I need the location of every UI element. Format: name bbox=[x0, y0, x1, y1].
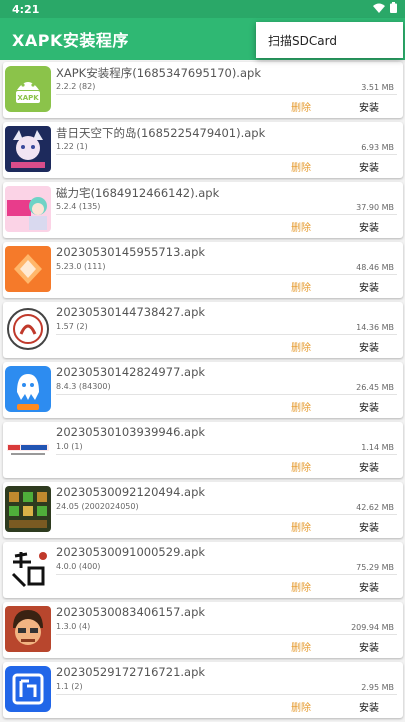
install-button[interactable]: 安装 bbox=[359, 159, 379, 174]
list-item[interactable]: 昔日天空下的岛(1685225479401).apk 1.22 (1) 6.93… bbox=[3, 122, 403, 178]
install-button[interactable]: 安装 bbox=[359, 279, 379, 294]
divider bbox=[56, 154, 397, 155]
orange-cube-icon bbox=[5, 246, 51, 292]
battery-icon bbox=[390, 2, 397, 16]
apk-name: 20230530092120494.apk bbox=[56, 485, 206, 499]
app-title: XAPK安装程序 bbox=[12, 31, 129, 50]
apk-version: 8.4.3 (84300) bbox=[56, 382, 111, 391]
apk-size: 42.62 MB bbox=[356, 503, 394, 512]
apk-size: 48.46 MB bbox=[356, 263, 394, 272]
install-button[interactable]: 安装 bbox=[359, 339, 379, 354]
apk-name: 磁力宅(1684912466142).apk bbox=[56, 186, 220, 200]
install-button[interactable]: 安装 bbox=[359, 699, 379, 714]
apk-name: 20230530103939946.apk bbox=[56, 425, 206, 439]
manhua-logo-icon bbox=[5, 426, 51, 472]
divider bbox=[56, 514, 397, 515]
install-button[interactable]: 安装 bbox=[359, 219, 379, 234]
delete-button[interactable]: 删除 bbox=[291, 219, 311, 234]
overflow-menu: 扫描SDCard bbox=[256, 22, 403, 58]
divider bbox=[56, 274, 397, 275]
apk-size: 3.51 MB bbox=[361, 83, 394, 92]
apk-version: 1.0 (1) bbox=[56, 442, 83, 451]
apk-name: 20230530142824977.apk bbox=[56, 365, 206, 379]
apk-name: 20230530091000529.apk bbox=[56, 545, 206, 559]
apk-list: XAPK XAPK安装程序(1685347695170).apk 2.2.2 (… bbox=[3, 62, 403, 722]
list-item[interactable]: XAPK XAPK安装程序(1685347695170).apk 2.2.2 (… bbox=[3, 62, 403, 118]
status-bar: 4:21 bbox=[0, 0, 405, 18]
apk-size: 37.90 MB bbox=[356, 203, 394, 212]
pixel-game-icon bbox=[5, 486, 51, 532]
list-item[interactable]: 20230530083406157.apk 1.3.0 (4) 209.94 M… bbox=[3, 602, 403, 658]
apk-size: 209.94 MB bbox=[351, 623, 394, 632]
divider bbox=[56, 394, 397, 395]
install-button[interactable]: 安装 bbox=[359, 639, 379, 654]
delete-button[interactable]: 删除 bbox=[291, 339, 311, 354]
divider bbox=[56, 214, 397, 215]
apk-version: 1.57 (2) bbox=[56, 322, 88, 331]
seal-emblem-icon bbox=[5, 306, 51, 352]
apk-size: 75.29 MB bbox=[356, 563, 394, 572]
delete-button[interactable]: 删除 bbox=[291, 279, 311, 294]
status-time: 4:21 bbox=[12, 2, 40, 16]
install-button[interactable]: 安装 bbox=[359, 519, 379, 534]
list-item[interactable]: 磁力宅(1684912466142).apk 5.2.4 (135) 37.90… bbox=[3, 182, 403, 238]
list-item[interactable]: 20230530144738427.apk 1.57 (2) 14.36 MB … bbox=[3, 302, 403, 358]
divider bbox=[56, 694, 397, 695]
menu-item-scan-sdcard[interactable]: 扫描SDCard bbox=[268, 32, 337, 49]
apk-version: 1.22 (1) bbox=[56, 142, 88, 151]
anime-girl-icon bbox=[5, 186, 51, 232]
apk-version: 4.0.0 (400) bbox=[56, 562, 101, 571]
apk-name: 20230529172716721.apk bbox=[56, 665, 206, 679]
delete-button[interactable]: 删除 bbox=[291, 459, 311, 474]
list-item[interactable]: 20230530145955713.apk 5.23.0 (111) 48.46… bbox=[3, 242, 403, 298]
delete-button[interactable]: 删除 bbox=[291, 579, 311, 594]
apk-name: 20230530145955713.apk bbox=[56, 245, 206, 259]
apk-version: 5.23.0 (111) bbox=[56, 262, 106, 271]
octopus-app-icon bbox=[5, 366, 51, 412]
install-button[interactable]: 安装 bbox=[359, 579, 379, 594]
apk-size: 26.45 MB bbox=[356, 383, 394, 392]
delete-button[interactable]: 删除 bbox=[291, 699, 311, 714]
apk-version: 2.2.2 (82) bbox=[56, 82, 96, 91]
divider bbox=[56, 334, 397, 335]
list-item[interactable]: 20230530142824977.apk 8.4.3 (84300) 26.4… bbox=[3, 362, 403, 418]
delete-button[interactable]: 删除 bbox=[291, 399, 311, 414]
divider bbox=[56, 94, 397, 95]
delete-button[interactable]: 删除 bbox=[291, 159, 311, 174]
install-button[interactable]: 安装 bbox=[359, 459, 379, 474]
list-item[interactable]: 20230530091000529.apk 4.0.0 (400) 75.29 … bbox=[3, 542, 403, 598]
apk-size: 2.95 MB bbox=[361, 683, 394, 692]
cat-girl-game-icon bbox=[5, 126, 51, 172]
calligraphy-icon bbox=[5, 546, 51, 592]
apk-name: 20230530144738427.apk bbox=[56, 305, 206, 319]
install-button[interactable]: 安装 bbox=[359, 399, 379, 414]
divider bbox=[56, 634, 397, 635]
apk-version: 1.1 (2) bbox=[56, 682, 83, 691]
delete-button[interactable]: 删除 bbox=[291, 99, 311, 114]
delete-button[interactable]: 删除 bbox=[291, 519, 311, 534]
apk-name: XAPK安装程序(1685347695170).apk bbox=[56, 66, 261, 80]
divider bbox=[56, 574, 397, 575]
svg-text:XAPK: XAPK bbox=[17, 94, 39, 102]
apk-name: 20230530083406157.apk bbox=[56, 605, 206, 619]
apk-size: 6.93 MB bbox=[361, 143, 394, 152]
divider bbox=[56, 454, 397, 455]
blue-frame-icon bbox=[5, 666, 51, 712]
list-item[interactable]: 20230530103939946.apk 1.0 (1) 1.14 MB 删除… bbox=[3, 422, 403, 478]
apk-version: 1.3.0 (4) bbox=[56, 622, 91, 631]
apk-version: 24.05 (2002024050) bbox=[56, 502, 139, 511]
apk-name: 昔日天空下的岛(1685225479401).apk bbox=[56, 126, 266, 140]
list-item[interactable]: 20230530092120494.apk 24.05 (2002024050)… bbox=[3, 482, 403, 538]
apk-size: 1.14 MB bbox=[361, 443, 394, 452]
delete-button[interactable]: 删除 bbox=[291, 639, 311, 654]
install-button[interactable]: 安装 bbox=[359, 99, 379, 114]
list-item[interactable]: 20230529172716721.apk 1.1 (2) 2.95 MB 删除… bbox=[3, 662, 403, 718]
apk-version: 5.2.4 (135) bbox=[56, 202, 101, 211]
android-xapk-icon: XAPK bbox=[5, 66, 51, 112]
cartoon-man-icon bbox=[5, 606, 51, 652]
apk-size: 14.36 MB bbox=[356, 323, 394, 332]
wifi-icon bbox=[373, 3, 385, 16]
